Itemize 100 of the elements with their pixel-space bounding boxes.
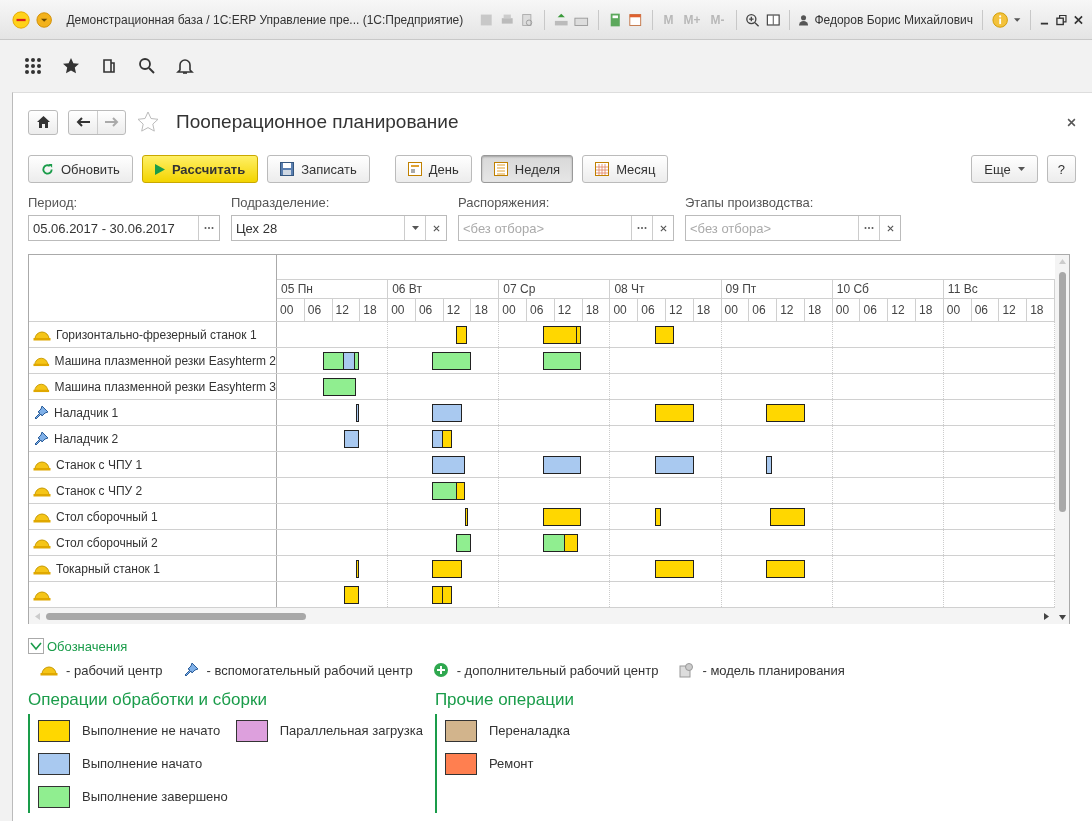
dropdown-icon[interactable] — [1014, 17, 1021, 22]
vertical-scrollbar[interactable] — [1055, 255, 1069, 624]
zoom-icon[interactable] — [745, 11, 760, 28]
operation-bar[interactable] — [543, 326, 582, 344]
caret-icon[interactable] — [411, 226, 419, 230]
operation-bar[interactable] — [344, 430, 359, 448]
star-icon[interactable] — [62, 57, 80, 75]
history-icon[interactable] — [100, 57, 118, 75]
hour-label: 12 — [887, 299, 916, 321]
search-icon[interactable] — [138, 57, 156, 75]
operation-bar[interactable] — [432, 404, 463, 422]
legend-label: - рабочий центр — [66, 662, 163, 678]
user-name: Федоров Борис Михайлович — [814, 12, 973, 27]
window-title: Демонстрационная база / 1С:ERP Управление пре... (1С:Предприятие) — [66, 12, 464, 27]
operation-bar[interactable] — [655, 560, 694, 578]
legend-label: Выполнение начато — [82, 756, 203, 771]
horizontal-scrollbar[interactable] — [29, 608, 1055, 624]
close-icon[interactable] — [1067, 117, 1076, 127]
operation-bar[interactable] — [765, 456, 772, 474]
legend-label: Выполнение не начато — [82, 723, 221, 738]
refresh-button[interactable]: Обновить — [28, 155, 133, 183]
resource-name: Станок с ЧПУ 2 — [56, 483, 143, 498]
hour-label: 06 — [748, 299, 777, 321]
operation-bar[interactable] — [655, 508, 662, 526]
filter-label: Период: — [28, 195, 79, 212]
hour-label: 00 — [723, 302, 739, 319]
filter-field[interactable]: 05.06.2017 - 30.06.2017 — [28, 215, 220, 241]
more-icon[interactable] — [204, 226, 214, 230]
forward-arrow-icon — [104, 117, 119, 127]
calendar-icon[interactable] — [628, 11, 643, 28]
operation-bar[interactable] — [456, 534, 472, 552]
operation-bar[interactable] — [432, 456, 466, 474]
user-icon[interactable] — [799, 13, 809, 26]
scale-button[interactable]: Месяц — [582, 155, 669, 183]
operation-bar[interactable] — [543, 352, 582, 370]
app-logo-icon[interactable] — [12, 9, 31, 30]
hour-label: 00 — [834, 302, 851, 319]
operation-bar[interactable] — [432, 352, 472, 370]
restore-icon[interactable] — [1056, 13, 1068, 26]
resource-name: Стол сборочный 2 — [56, 535, 158, 550]
scale-button[interactable]: Неделя — [480, 155, 574, 183]
operation-bar[interactable] — [432, 430, 452, 448]
caret-icon[interactable] — [1017, 167, 1025, 171]
back-arrow-icon — [76, 117, 90, 127]
operation-bar[interactable] — [355, 560, 359, 578]
menu-icon[interactable] — [24, 57, 42, 75]
operation-bar[interactable] — [432, 482, 466, 500]
pin-icon — [182, 662, 199, 678]
bell-icon[interactable] — [176, 57, 194, 75]
operation-bar[interactable] — [464, 508, 469, 526]
helmet-icon — [33, 536, 51, 549]
operation-bar[interactable] — [543, 534, 578, 552]
operation-bar[interactable] — [432, 586, 452, 604]
dropdown-icon[interactable] — [36, 10, 53, 29]
hour-label: 18 — [692, 299, 721, 321]
more-icon[interactable] — [637, 226, 647, 230]
calculate-button[interactable]: Рассчитать — [141, 155, 259, 183]
legend-group-title: Операции обработки и сборки — [28, 690, 268, 710]
operation-bar[interactable] — [323, 378, 356, 396]
hour-label: 06 — [414, 299, 443, 321]
legend-label: Выполнение завершено — [82, 789, 228, 804]
operation-bar[interactable] — [432, 560, 463, 578]
save-icon — [280, 162, 295, 176]
machine-icon — [678, 662, 695, 678]
clear-icon[interactable] — [659, 224, 667, 232]
star-icon[interactable] — [136, 110, 160, 134]
day-label: 08 Чт — [610, 280, 721, 299]
operation-bar[interactable] — [765, 404, 805, 422]
clear-icon[interactable] — [432, 224, 440, 232]
operation-bar[interactable] — [355, 404, 359, 422]
operation-bar[interactable] — [655, 404, 694, 422]
scroll-down-icon[interactable] — [1058, 615, 1066, 620]
legend-toggle[interactable]: Обозначения — [28, 638, 128, 654]
operation-bar[interactable] — [323, 352, 359, 370]
hour-label: 06 — [970, 299, 999, 321]
more-button[interactable]: Еще — [971, 155, 1038, 183]
save-button[interactable]: Записать — [267, 155, 370, 183]
operation-bar[interactable] — [456, 326, 467, 344]
upload-icon[interactable] — [553, 11, 569, 28]
operation-bar[interactable] — [655, 456, 694, 474]
resource-name: Наладчик 1 — [54, 405, 119, 420]
close-icon[interactable] — [1073, 13, 1085, 26]
filter-field[interactable]: Цех 28 — [231, 215, 447, 241]
clear-icon[interactable] — [886, 224, 894, 232]
legend-group-title: Прочие операции — [434, 690, 574, 710]
scale-button[interactable]: День — [394, 155, 472, 183]
resource-name: Наладчик 2 — [54, 431, 119, 446]
operation-bar[interactable] — [543, 508, 582, 526]
scroll-right-icon[interactable] — [1044, 612, 1049, 620]
operation-bar[interactable] — [543, 456, 582, 474]
operation-bar[interactable] — [655, 326, 674, 344]
more-icon[interactable] — [864, 226, 874, 230]
help-button[interactable]: ? — [1046, 155, 1076, 183]
legend-label: Параллельная загрузка — [279, 723, 423, 738]
hour-label: 18 — [915, 299, 943, 321]
panel-icon[interactable] — [765, 11, 781, 28]
operation-bar[interactable] — [765, 560, 805, 578]
operation-bar[interactable] — [770, 508, 805, 526]
calendar-icon — [595, 162, 610, 176]
operation-bar[interactable] — [344, 586, 359, 604]
